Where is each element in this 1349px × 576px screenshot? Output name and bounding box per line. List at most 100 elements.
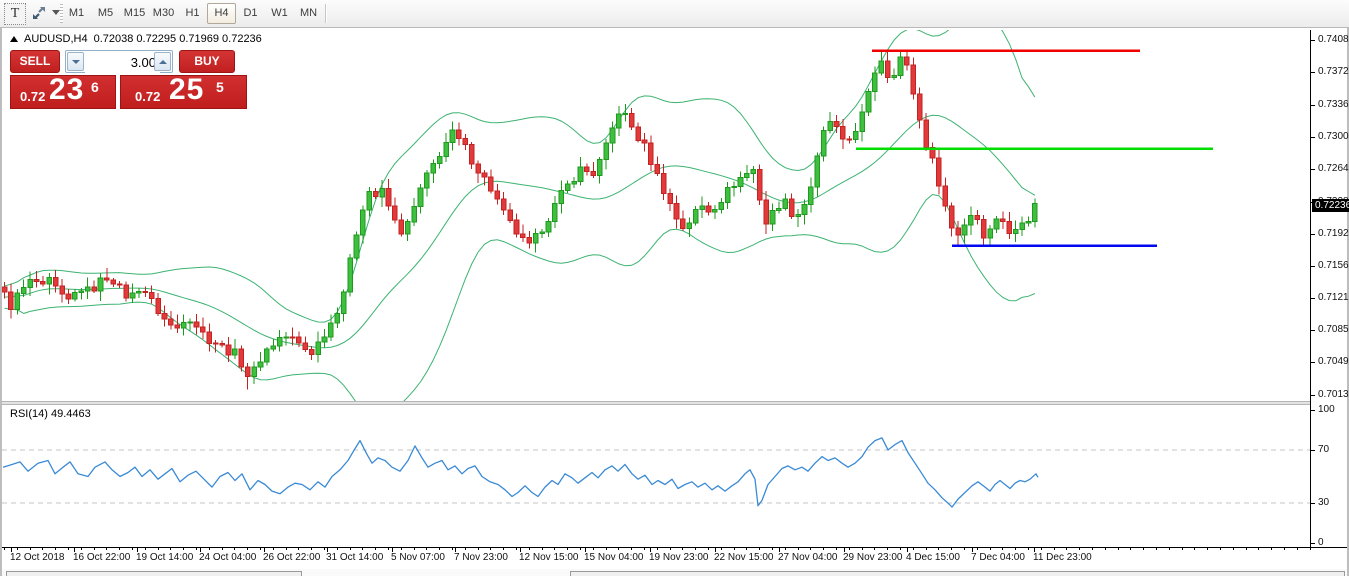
candle-body	[942, 185, 949, 207]
time-minor-tick	[145, 548, 146, 550]
timeframe-button-W1[interactable]: W1	[265, 3, 294, 24]
candle-body	[532, 232, 539, 244]
candle-body	[846, 138, 853, 141]
time-minor-tick	[337, 548, 338, 550]
time-minor-tick	[1002, 548, 1003, 550]
candle-body	[936, 157, 942, 187]
arrows-tool-icon[interactable]	[29, 3, 49, 23]
candle-body	[488, 176, 494, 192]
candle-body	[526, 237, 533, 244]
timeframe-button-H1[interactable]: H1	[178, 3, 207, 24]
candle-body	[366, 191, 373, 211]
timeframe-button-H4[interactable]: H4	[207, 3, 236, 24]
candle-body	[321, 336, 328, 343]
candle-body	[980, 219, 987, 239]
candle-body	[328, 322, 334, 338]
candle-body	[1019, 222, 1025, 230]
one-click-trading-panel: SELL BUY 0.72 23 6 0.72	[10, 50, 247, 109]
candle-body	[712, 209, 718, 213]
candle-body	[193, 321, 200, 328]
candle-body	[609, 127, 616, 144]
buy-button[interactable]: BUY	[179, 50, 235, 73]
price-axis[interactable]: 0.74080 0.73720 0.73360 0.73000 0.72640 0.722…	[1311, 30, 1349, 548]
candle-body	[161, 313, 168, 320]
time-axis-label: 26 Oct 22:00	[263, 552, 321, 563]
chart-tab-stub[interactable]	[6, 571, 302, 576]
price-axis-label: 0.70850	[1318, 324, 1349, 336]
buy-price-button[interactable]: 0.72 25 5	[120, 73, 247, 109]
candle-body	[270, 345, 277, 350]
timeframe-button-MN[interactable]: MN	[294, 3, 323, 24]
time-minor-tick	[286, 548, 287, 550]
time-minor-tick	[1079, 548, 1080, 550]
time-minor-tick	[913, 548, 914, 550]
volume-input[interactable]	[85, 52, 160, 73]
volume-increase-button[interactable]	[154, 52, 171, 71]
time-minor-tick	[746, 548, 747, 550]
timeframe-button-M5[interactable]: M5	[91, 3, 120, 24]
timeframe-button-M30[interactable]: M30	[149, 3, 178, 24]
time-minor-tick	[362, 548, 363, 550]
candle-body	[731, 186, 737, 189]
time-minor-tick	[887, 548, 888, 550]
candle-body	[891, 75, 897, 79]
time-minor-tick	[490, 548, 491, 550]
candle-body	[859, 111, 865, 132]
time-minor-tick	[196, 548, 197, 550]
rsi-axis-label: 100	[1318, 404, 1335, 415]
candle-body	[948, 205, 955, 229]
rsi-indicator-label: RSI(14) 49.4463	[10, 408, 91, 420]
sell-price-button[interactable]: 0.72 23 6	[10, 73, 116, 109]
timeframe-button-M1[interactable]: M1	[62, 3, 91, 24]
candle-body	[820, 130, 827, 157]
chart-tab-stub[interactable]	[570, 571, 1345, 576]
sell-button[interactable]: SELL	[10, 50, 60, 73]
time-minor-tick	[1310, 548, 1311, 550]
time-axis[interactable]: 12 Oct 2018 16 Oct 22:00 19 Oct 14:00 24 Oc…	[2, 547, 1347, 570]
mt4-window: T M1 M5 M15 M30 H1 H4 D1 W1 MN AUDUSD,H4 0.72038…	[0, 0, 1349, 576]
candle-body	[142, 291, 149, 294]
rsi-pane[interactable]: RSI(14) 49.4463	[2, 405, 1310, 547]
candle-body	[622, 113, 629, 115]
volume-decrease-button[interactable]	[67, 52, 84, 71]
time-axis-label: 5 Nov 07:00	[391, 552, 445, 563]
rsi-tick	[1311, 503, 1315, 504]
time-minor-tick	[1015, 548, 1016, 550]
time-minor-tick	[1284, 548, 1285, 550]
price-tick	[1311, 362, 1315, 363]
candle-body	[283, 336, 289, 339]
time-minor-tick	[452, 548, 453, 550]
triangle-up-icon	[158, 59, 167, 64]
candle-body	[411, 206, 417, 223]
toolbar-separator	[325, 4, 327, 23]
candle-body	[52, 277, 59, 287]
time-minor-tick	[644, 548, 645, 550]
candle-body	[827, 120, 833, 132]
text-tool-icon[interactable]: T	[4, 3, 26, 25]
chevron-down-icon[interactable]	[52, 10, 60, 15]
rsi-tick	[1311, 543, 1315, 544]
candle-body	[494, 190, 501, 200]
candle-body	[692, 209, 699, 224]
candle-body	[910, 64, 917, 95]
candle-body	[443, 141, 449, 158]
time-minor-tick	[209, 548, 210, 550]
time-minor-tick	[273, 548, 274, 550]
main-chart-pane[interactable]: AUDUSD,H4 0.72038 0.72295 0.71969 0.7223…	[2, 30, 1310, 401]
time-minor-tick	[670, 548, 671, 550]
candle-body	[865, 91, 872, 113]
price-axis-label: 0.71560	[1318, 260, 1349, 272]
time-axis-label: 31 Oct 14:00	[326, 552, 384, 563]
timeframe-button-D1[interactable]: D1	[236, 3, 265, 24]
candle-body	[667, 193, 673, 204]
timeframe-button-M15[interactable]: M15	[120, 3, 149, 24]
time-minor-tick	[529, 548, 530, 550]
time-minor-tick	[657, 548, 658, 550]
price-tick	[1311, 72, 1315, 73]
volume-control	[65, 50, 173, 73]
sell-price-prefix: 0.72	[20, 89, 46, 104]
time-minor-tick	[734, 548, 735, 550]
candle-body	[225, 344, 232, 356]
candle-body	[20, 286, 27, 294]
candle-body	[756, 169, 763, 201]
